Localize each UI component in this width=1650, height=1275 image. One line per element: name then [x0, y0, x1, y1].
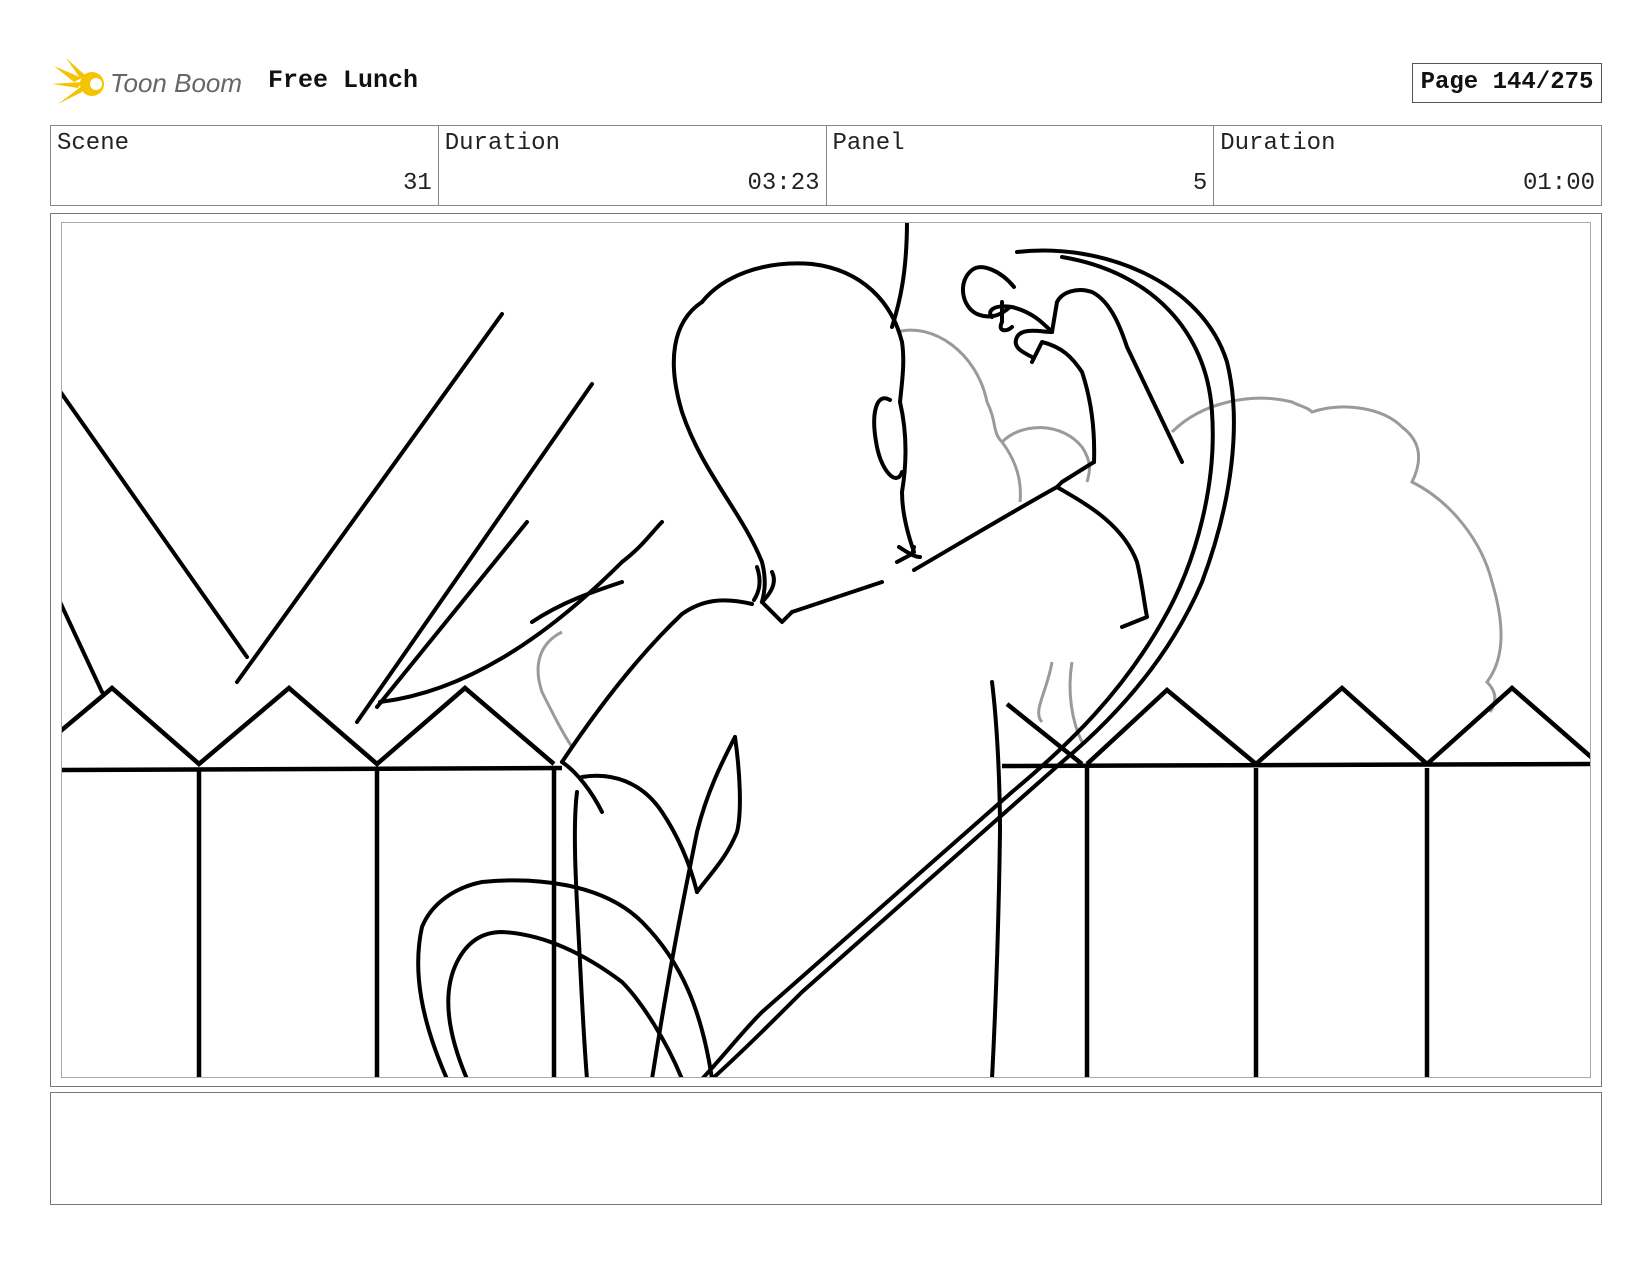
- scene-value: 31: [402, 170, 432, 197]
- background-lines: [62, 223, 909, 724]
- project-title: Free Lunch: [268, 66, 419, 95]
- storyboard-sketch: [62, 223, 1590, 1077]
- panel-label: Panel: [832, 130, 905, 157]
- fence: [62, 684, 1590, 1077]
- panel-duration-value: 01:00: [1522, 170, 1595, 197]
- storyboard-drawing-area: [61, 222, 1591, 1078]
- scene-duration-value: 03:23: [747, 170, 820, 197]
- panel-notes-box[interactable]: [50, 1092, 1602, 1205]
- scene-duration-cell: Duration 03:23: [439, 126, 827, 205]
- panel-info-row: Scene 31 Duration 03:23 Panel 5 Duration…: [50, 125, 1602, 206]
- panel-value: 5: [1192, 170, 1208, 197]
- logo-text: Toon Boom: [110, 68, 243, 98]
- toon-boom-logo: Toon Boom: [52, 56, 252, 112]
- page-indicator: Page 144/275: [1412, 63, 1602, 103]
- scene-cell: Scene 31: [51, 126, 439, 205]
- panel-duration-label: Duration: [1220, 130, 1336, 157]
- bush-outlines: [536, 328, 1503, 748]
- scene-label: Scene: [57, 130, 130, 157]
- scene-duration-label: Duration: [444, 130, 560, 157]
- character: [416, 248, 1236, 1077]
- starburst-icon: [52, 58, 104, 104]
- storyboard-panel-frame: [50, 213, 1602, 1087]
- panel-cell: Panel 5: [827, 126, 1215, 205]
- panel-duration-cell: Duration 01:00: [1214, 126, 1601, 205]
